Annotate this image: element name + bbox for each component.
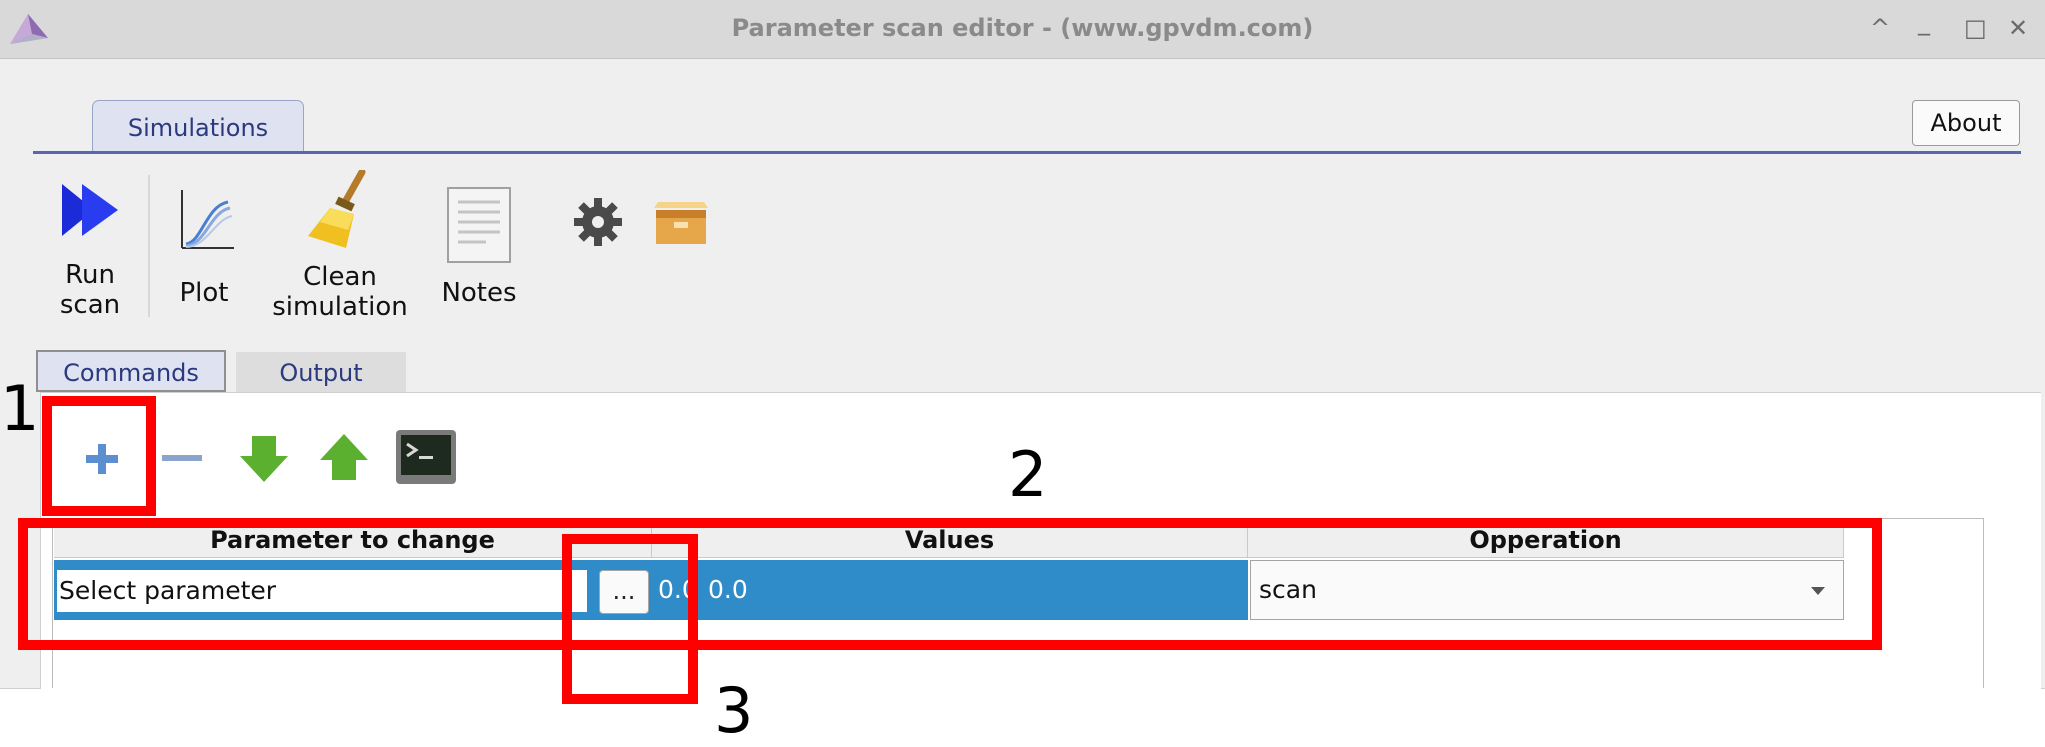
package-button[interactable] xyxy=(650,198,712,248)
annotation-box-1 xyxy=(42,396,156,516)
toolbar-separator xyxy=(148,175,150,317)
terminal-icon xyxy=(396,430,456,484)
notes-button[interactable]: Notes xyxy=(436,186,522,310)
annotation-label-3: 3 xyxy=(714,674,754,747)
minimize-button[interactable]: _ xyxy=(1918,8,1930,36)
clean-simulation-button[interactable]: Clean simulation xyxy=(270,170,410,322)
tab-underline xyxy=(33,151,2021,154)
tab-simulations[interactable]: Simulations xyxy=(92,100,304,152)
clean-simulation-label-line2: simulation xyxy=(272,292,408,322)
move-up-button[interactable] xyxy=(312,426,376,490)
annotation-box-3 xyxy=(562,534,698,704)
run-scan-icon xyxy=(62,184,118,236)
minus-icon xyxy=(162,455,202,461)
close-button[interactable]: ✕ xyxy=(2008,14,2028,42)
broom-icon xyxy=(308,170,366,248)
terminal-button[interactable] xyxy=(394,428,458,492)
shade-window-button[interactable]: ^ xyxy=(1870,14,1890,42)
run-scan-button[interactable]: Run scan xyxy=(50,176,130,322)
title-bar: Parameter scan editor - (www.gpvdm.com) … xyxy=(0,0,2045,59)
clean-simulation-label-line1: Clean xyxy=(303,262,377,292)
delete-row-button[interactable] xyxy=(150,426,214,490)
gear-icon xyxy=(574,198,622,246)
run-scan-label-line2: scan xyxy=(59,290,121,320)
about-button[interactable]: About xyxy=(1912,100,2020,146)
move-down-button[interactable] xyxy=(232,426,296,490)
annotation-box-2 xyxy=(18,518,1882,650)
run-scan-label-line1: Run xyxy=(65,260,115,290)
notes-icon xyxy=(447,187,511,263)
plot-button[interactable]: Plot xyxy=(164,190,244,310)
box-icon xyxy=(654,202,708,244)
annotation-label-1: 1 xyxy=(0,372,40,445)
maximize-button[interactable]: □ xyxy=(1964,14,1987,42)
plot-label: Plot xyxy=(179,278,229,308)
notes-label: Notes xyxy=(441,278,517,308)
window-title: Parameter scan editor - (www.gpvdm.com) xyxy=(731,14,1314,42)
annotation-label-2: 2 xyxy=(1008,438,1048,511)
plot-icon xyxy=(181,190,234,249)
tab-output[interactable]: Output xyxy=(236,352,406,394)
arrow-up-icon xyxy=(320,434,368,480)
arrow-down-icon xyxy=(240,436,288,482)
settings-button[interactable] xyxy=(572,196,624,248)
tab-commands[interactable]: Commands xyxy=(36,350,226,392)
